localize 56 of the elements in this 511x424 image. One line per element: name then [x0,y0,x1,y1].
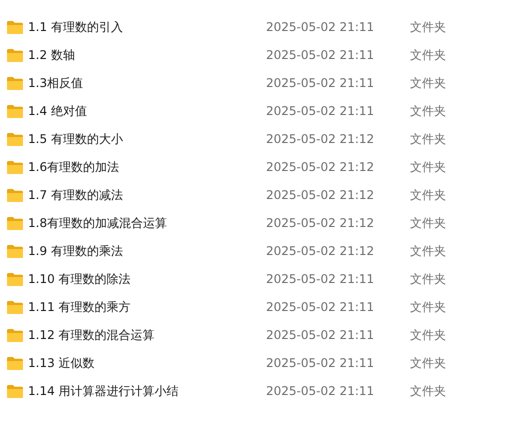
file-type: 文件夹 [410,74,446,92]
file-name[interactable]: 1.4 绝对值 [28,102,266,120]
file-type: 文件夹 [410,18,446,36]
modified-date: 2025-05-02 21:12 [266,244,376,258]
file-name[interactable]: 1.12 有理数的混合运算 [28,326,266,344]
folder-icon [7,76,23,90]
folder-icon [7,244,23,258]
file-name[interactable]: 1.10 有理数的除法 [28,270,266,288]
folder-icon [7,160,23,174]
folder-icon [7,384,23,398]
folder-icon [7,48,23,62]
file-name[interactable]: 1.5 有理数的大小 [28,130,266,148]
file-type: 文件夹 [410,214,446,232]
file-name[interactable]: 1.13 近似数 [28,354,266,372]
folder-icon [7,328,23,342]
file-type: 文件夹 [410,354,446,372]
folder-icon [7,272,23,286]
file-name[interactable]: 1.6有理数的加法 [28,158,266,176]
file-type: 文件夹 [410,326,446,344]
modified-date: 2025-05-02 21:11 [266,76,376,90]
file-name[interactable]: 1.11 有理数的乘方 [28,298,266,316]
file-type: 文件夹 [410,158,446,176]
file-type: 文件夹 [410,298,446,316]
modified-date: 2025-05-02 21:11 [266,272,376,286]
modified-date: 2025-05-02 21:11 [266,356,376,370]
folder-icon [7,132,23,146]
file-type: 文件夹 [410,382,446,400]
file-type: 文件夹 [410,46,446,64]
file-name[interactable]: 1.7 有理数的减法 [28,186,266,204]
modified-date: 2025-05-02 21:12 [266,132,376,146]
file-type: 文件夹 [410,270,446,288]
folder-icon [7,356,23,370]
folder-icon [7,104,23,118]
modified-date: 2025-05-02 21:11 [266,104,376,118]
file-type: 文件夹 [410,186,446,204]
file-name[interactable]: 1.9 有理数的乘法 [28,242,266,260]
file-name[interactable]: 1.1 有理数的引入 [28,18,266,36]
file-name[interactable]: 1.8有理数的加减混合运算 [28,214,266,232]
file-type: 文件夹 [410,242,446,260]
modified-date: 2025-05-02 21:11 [266,328,376,342]
modified-date: 2025-05-02 21:12 [266,160,376,174]
modified-date: 2025-05-02 21:11 [266,384,376,398]
folder-icon [7,188,23,202]
folder-icon [7,300,23,314]
file-type: 文件夹 [410,102,446,120]
modified-date: 2025-05-02 21:11 [266,20,376,34]
folder-icon [7,20,23,34]
file-name[interactable]: 1.14 用计算器进行计算小结 [28,382,266,400]
folder-icon [7,216,23,230]
file-type: 文件夹 [410,130,446,148]
modified-date: 2025-05-02 21:12 [266,216,376,230]
modified-date: 2025-05-02 21:12 [266,188,376,202]
modified-date: 2025-05-02 21:11 [266,300,376,314]
modified-date: 2025-05-02 21:11 [266,48,376,62]
file-name[interactable]: 1.2 数轴 [28,46,266,64]
file-name[interactable]: 1.3相反值 [28,74,266,92]
